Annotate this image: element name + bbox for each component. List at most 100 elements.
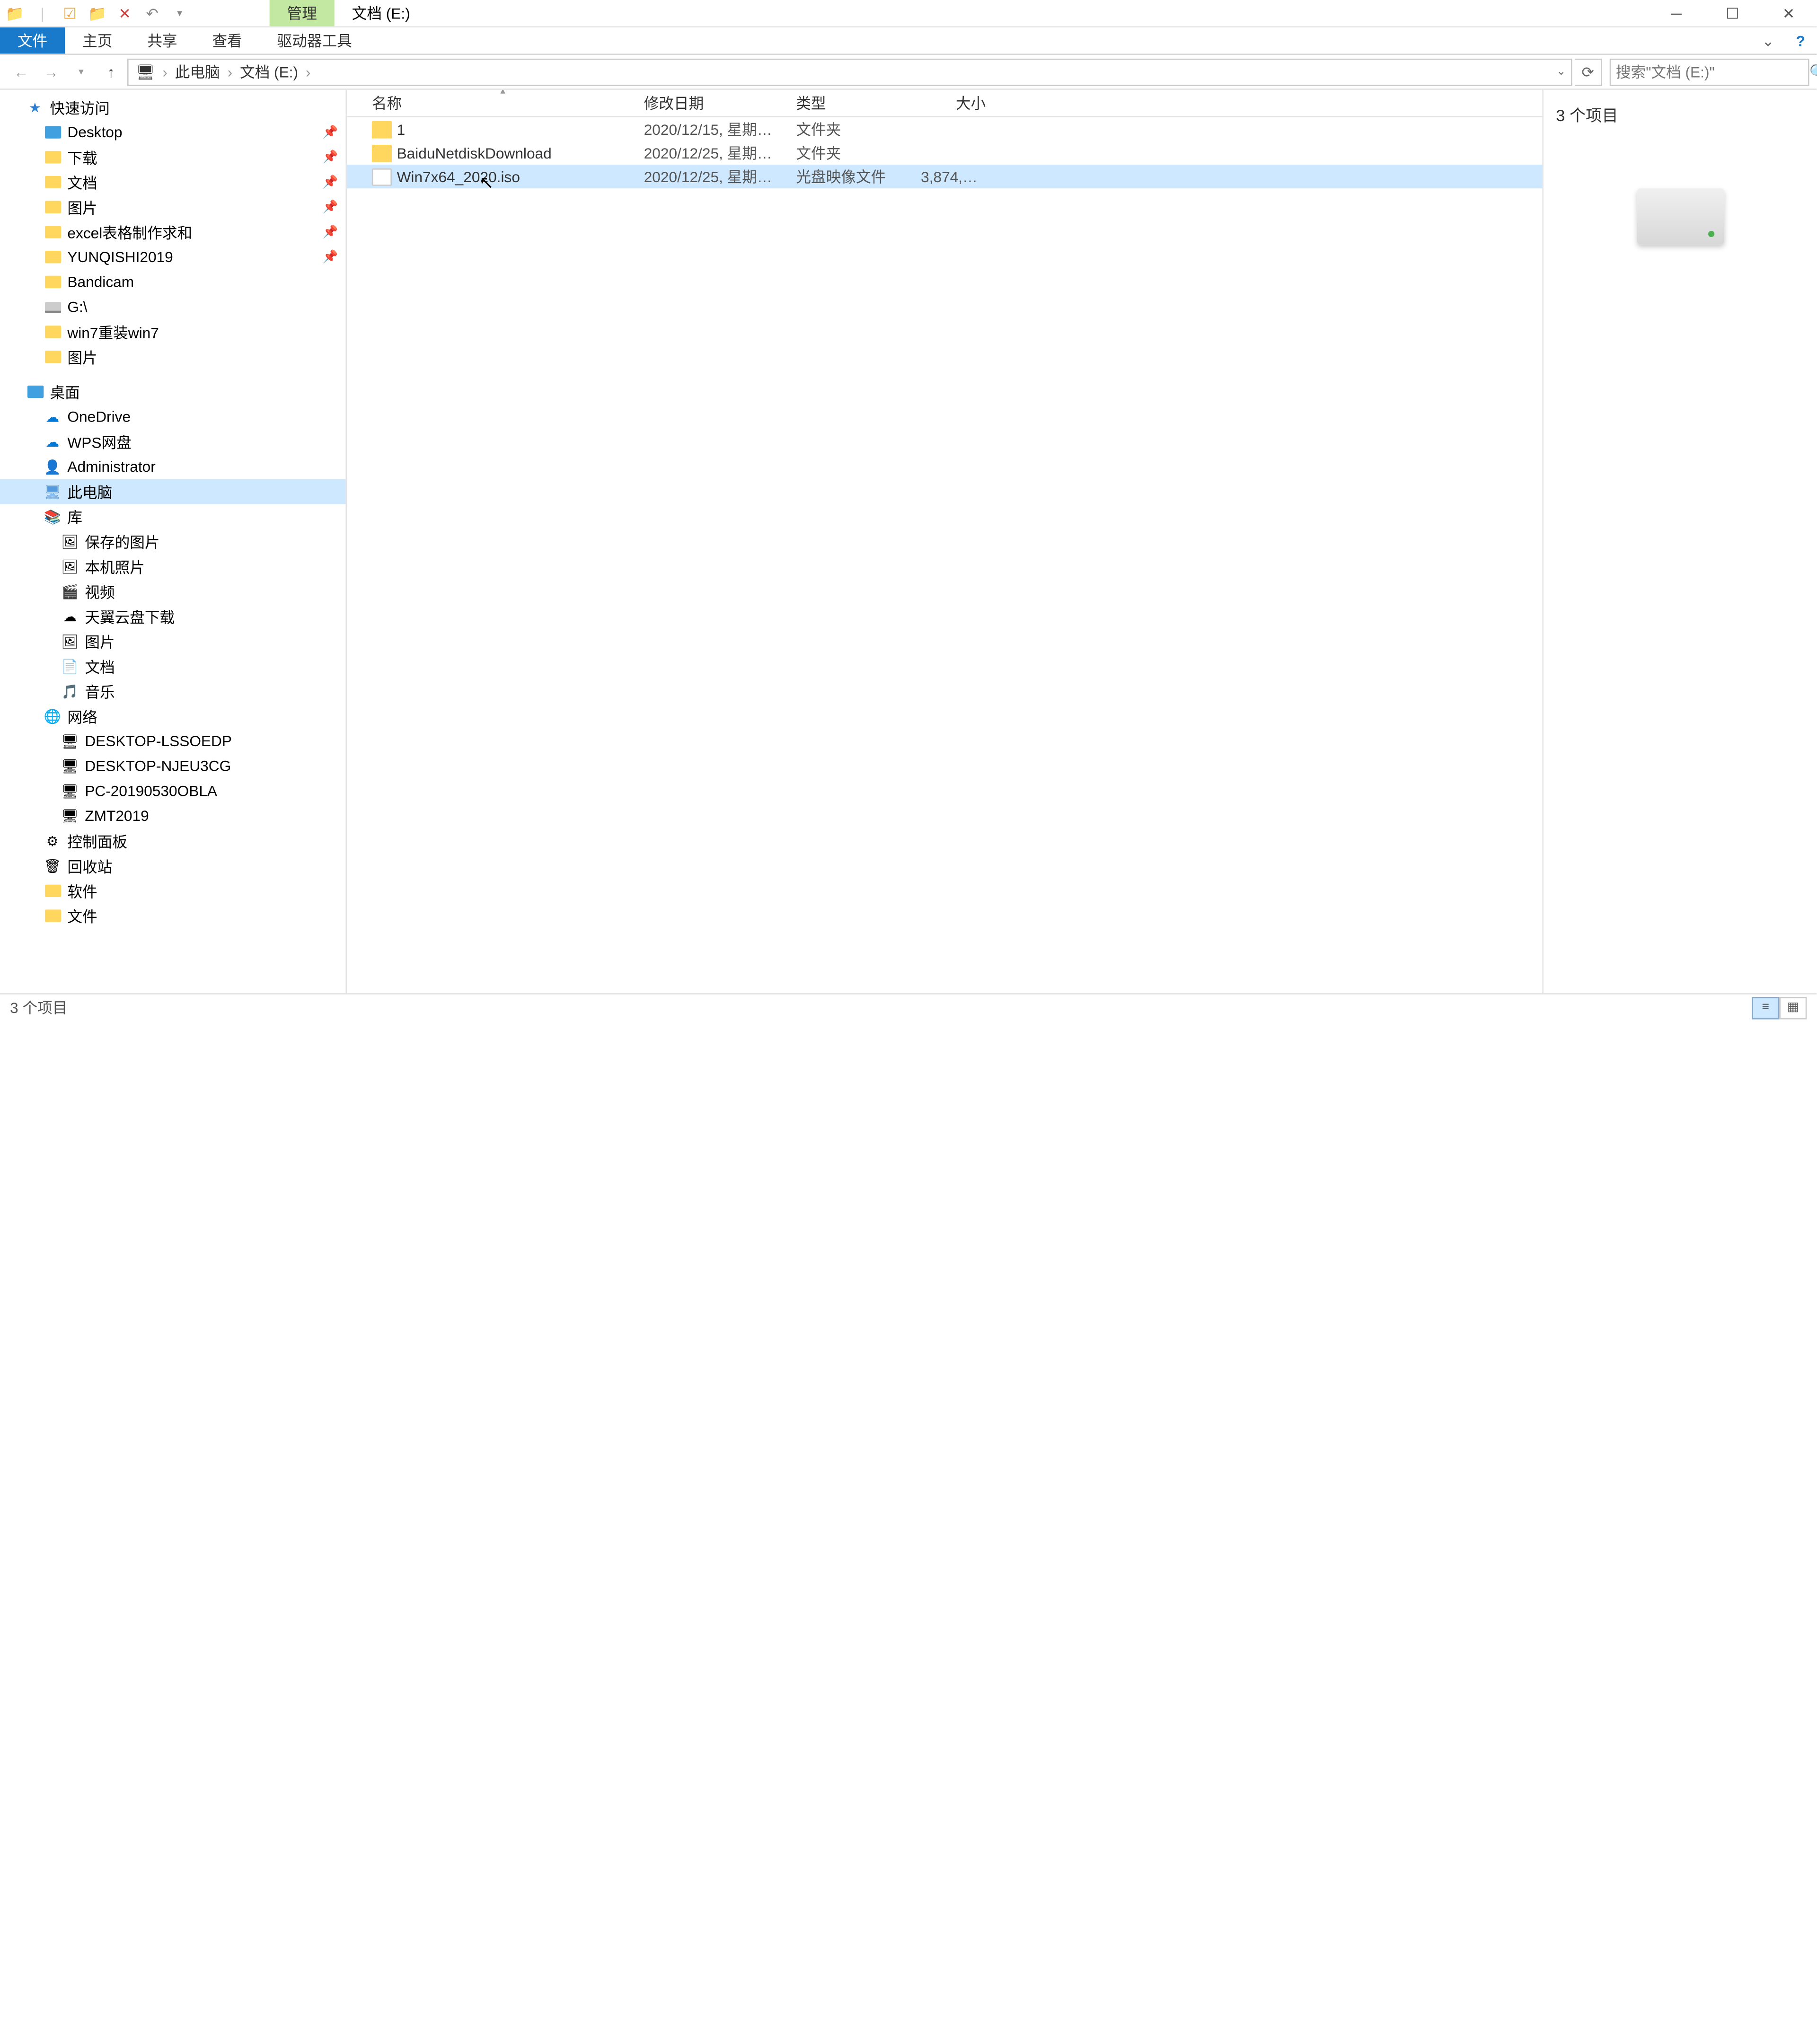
nav-item-yunqishi[interactable]: YUNQISHI2019📌 (0, 245, 345, 270)
minimize-button[interactable]: ─ (1648, 0, 1704, 27)
view-details-button[interactable]: ≡ (1752, 996, 1779, 1019)
file-row[interactable]: BaiduNetdiskDownload 2020/12/25, 星期五 1..… (347, 141, 1542, 165)
nav-label: win7重装win7 (67, 321, 159, 343)
nav-item-lib-documents[interactable]: 📄文档 (0, 654, 345, 679)
nav-item-netpc3[interactable]: 🖥PC-20190530OBLA (0, 778, 345, 803)
nav-item-this-pc[interactable]: 🖥此电脑 (0, 479, 345, 504)
nav-quick-access[interactable]: ★ 快速访问 (0, 95, 345, 120)
nav-item-software[interactable]: 软件 (0, 878, 345, 903)
app-icon: 📁 (5, 3, 25, 23)
nav-label: Bandicam (67, 273, 134, 291)
recent-dropdown-icon[interactable]: ▾ (67, 58, 95, 86)
breadcrumb-item[interactable]: 文档 (E:) (238, 61, 301, 82)
column-date[interactable]: 修改日期 (639, 92, 791, 114)
nav-item-documents[interactable]: 文档📌 (0, 170, 345, 195)
undo-icon[interactable]: ↶ (142, 3, 162, 23)
nav-item-tianyi[interactable]: ☁天翼云盘下载 (0, 604, 345, 629)
star-icon: ★ (25, 97, 45, 117)
properties-icon[interactable]: ☑ (60, 3, 80, 23)
ribbon-collapse-icon[interactable]: ⌄ (1752, 27, 1784, 53)
nav-label: 保存的图片 (85, 531, 159, 552)
pin-icon: 📌 (323, 250, 338, 264)
nav-label: DESKTOP-LSSOEDP (85, 732, 232, 750)
nav-item-netpc1[interactable]: 🖥 DESKTOP-LSSOEDP (0, 729, 345, 754)
new-folder-icon[interactable]: 📁 (88, 3, 107, 23)
qat-sep-icon: | (33, 3, 53, 23)
breadcrumb-root-icon[interactable]: 🖥 (133, 63, 158, 80)
breadcrumb-item[interactable]: 此电脑 (173, 61, 223, 82)
explorer-window: 📁 | ☑ 📁 ✕ ↶ ▾ 管理 文档 (E:) ─ ☐ ✕ 文件 主页 共享 … (0, 0, 1817, 1021)
delete-icon[interactable]: ✕ (115, 3, 135, 23)
nav-label: OneDrive (67, 408, 131, 425)
nav-item-lib-music[interactable]: 🎵音乐 (0, 679, 345, 704)
ribbon-tab-home[interactable]: 主页 (65, 27, 130, 53)
nav-item-pictures[interactable]: 图片📌 (0, 194, 345, 220)
refresh-button[interactable]: ⟳ (1575, 58, 1602, 86)
preview-header: 3 个项目 (1556, 102, 1618, 126)
column-type[interactable]: 类型 (791, 92, 916, 114)
file-row[interactable]: 1 2020/12/15, 星期二 1... 文件夹 (347, 117, 1542, 141)
chevron-right-icon[interactable]: › (303, 63, 313, 80)
chevron-right-icon[interactable]: › (160, 63, 170, 80)
nav-label: DESKTOP-NJEU3CG (85, 758, 231, 775)
qat-dropdown-icon[interactable]: ▾ (170, 3, 190, 23)
nav-item-videos[interactable]: 🎬视频 (0, 579, 345, 604)
nav-item-network[interactable]: 🌐网络 (0, 704, 345, 729)
folder-icon (372, 120, 392, 138)
file-name: Win7x64_2020.iso (397, 168, 520, 185)
column-name[interactable]: 名称▴ (367, 92, 639, 114)
nav-item-recycle-bin[interactable]: 🗑回收站 (0, 854, 345, 879)
view-icons-button[interactable]: ▦ (1779, 996, 1807, 1019)
folder-icon (43, 172, 62, 192)
nav-item-desktop[interactable]: Desktop📌 (0, 120, 345, 145)
ribbon-tab-view[interactable]: 查看 (194, 27, 259, 53)
quick-access-toolbar: 📁 | ☑ 📁 ✕ ↶ ▾ (0, 0, 194, 26)
nav-label: 图片 (67, 346, 97, 368)
nav-item-bandicam[interactable]: Bandicam (0, 270, 345, 295)
nav-item-libraries[interactable]: 📚库 (0, 504, 345, 529)
close-button[interactable]: ✕ (1761, 0, 1817, 27)
search-box[interactable]: 🔍 (1610, 58, 1809, 86)
folder-icon (372, 144, 392, 162)
nav-item-wps[interactable]: ☁WPS网盘 (0, 429, 345, 454)
nav-item-excel[interactable]: excel表格制作求和📌 (0, 220, 345, 245)
nav-item-gdrive[interactable]: G:\ (0, 294, 345, 319)
file-row-selected[interactable]: Win7x64_2020.iso 2020/12/25, 星期五 1... 光盘… (347, 165, 1542, 188)
up-button[interactable]: ↑ (97, 58, 125, 86)
preview-pane: 3 个项目 (1542, 90, 1817, 993)
nav-item-administrator[interactable]: 👤Administrator (0, 454, 345, 479)
forward-button[interactable]: → (37, 58, 65, 86)
library-icon: 📚 (43, 507, 62, 527)
folder-icon: 🎵 (60, 681, 80, 701)
ribbon-tab-drive-tools[interactable]: 驱动器工具 (260, 27, 370, 53)
folder-icon: 🖼 (60, 531, 80, 551)
contextual-tab-manage[interactable]: 管理 (270, 0, 335, 26)
ribbon-tab-share[interactable]: 共享 (130, 27, 194, 53)
nav-desktop[interactable]: 桌面 (0, 379, 345, 405)
nav-item-lib-pictures[interactable]: 🖼图片 (0, 629, 345, 654)
maximize-button[interactable]: ☐ (1704, 0, 1761, 27)
pc-icon: 🖥 (60, 731, 80, 751)
nav-item-pictures2[interactable]: 图片 (0, 344, 345, 370)
nav-item-control-panel[interactable]: ⚙控制面板 (0, 828, 345, 854)
chevron-right-icon[interactable]: › (225, 63, 235, 80)
nav-label: 文档 (85, 656, 115, 677)
nav-item-netpc2[interactable]: 🖥DESKTOP-NJEU3CG (0, 754, 345, 779)
search-input[interactable] (1616, 63, 1809, 80)
column-size[interactable]: 大小 (916, 92, 991, 114)
ribbon-tab-file[interactable]: 文件 (0, 27, 65, 53)
nav-item-saved-pictures[interactable]: 🖼保存的图片 (0, 529, 345, 554)
breadcrumb[interactable]: 🖥 › 此电脑 › 文档 (E:) › ⌄ (127, 58, 1572, 86)
nav-label: ZMT2019 (85, 807, 149, 825)
nav-item-win7reinstall[interactable]: win7重装win7 (0, 319, 345, 344)
nav-item-files[interactable]: 文件 (0, 903, 345, 928)
back-button[interactable]: ← (8, 58, 35, 86)
nav-item-onedrive[interactable]: ☁OneDrive (0, 404, 345, 429)
pin-icon: 📌 (323, 200, 338, 214)
nav-item-netpc4[interactable]: 🖥ZMT2019 (0, 803, 345, 828)
nav-item-downloads[interactable]: 下载📌 (0, 145, 345, 170)
search-icon[interactable]: 🔍 (1809, 63, 1817, 80)
nav-item-camera-roll[interactable]: 🖼本机照片 (0, 554, 345, 579)
chevron-down-icon[interactable]: ⌄ (1557, 65, 1566, 79)
help-icon[interactable]: ? (1784, 27, 1817, 53)
